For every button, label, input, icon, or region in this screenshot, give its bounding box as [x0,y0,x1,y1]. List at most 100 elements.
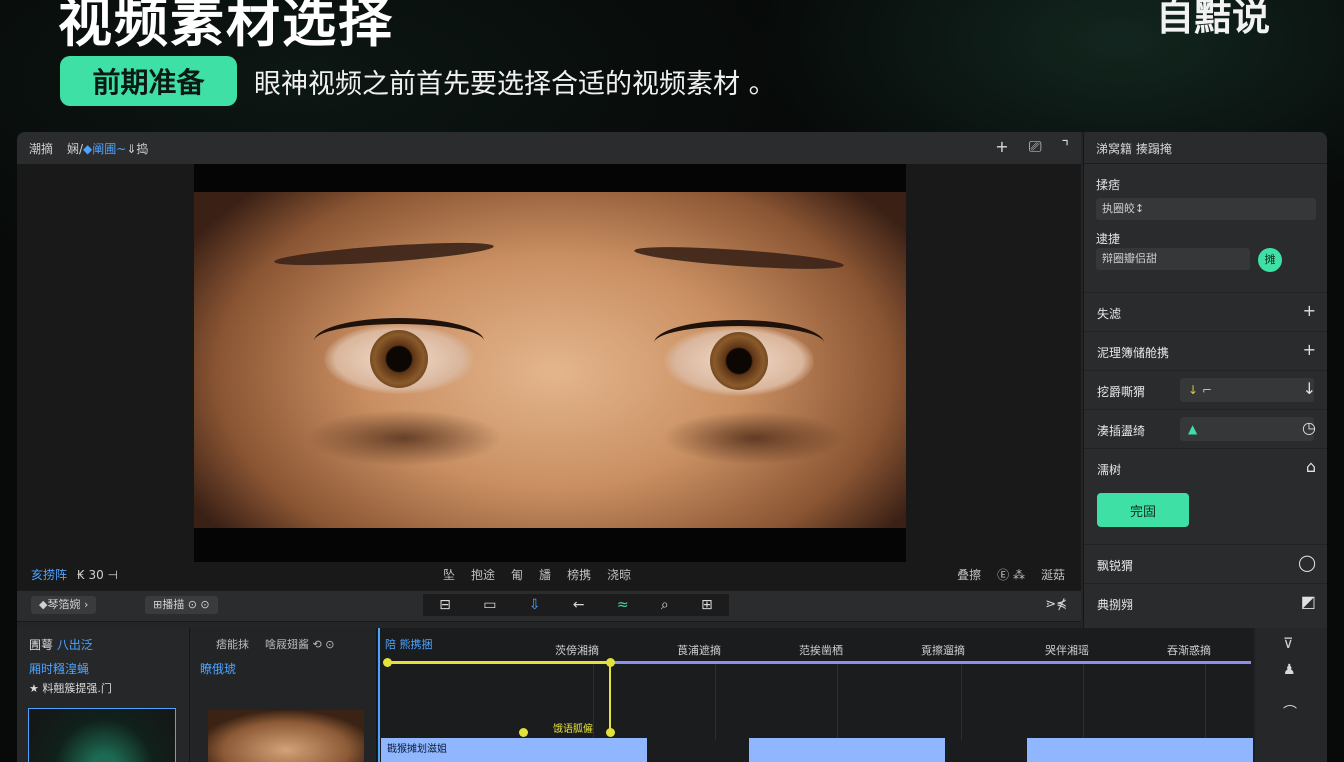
value-field[interactable]: ▲ [1180,417,1314,441]
headline: 视频素材选择 [58,0,394,54]
export-icon[interactable]: ⎚ [1029,137,1042,157]
project-panel: 痞能抹 啥屐翅酱 ⟲ ⊙ 瞭俄琥 [190,628,377,762]
grid-tool-icon[interactable]: ⊞ [701,597,713,613]
brand-logo: 自黠说 [1156,0,1271,39]
fps-controls[interactable]: ₭ 30 ⊣ [77,568,118,582]
back-tool-icon[interactable]: ← [573,597,585,613]
keyframe-marker[interactable] [609,664,611,732]
project-item[interactable]: 瞭俄琥 [200,660,236,677]
clip-label: 戡猴摊划滋姐 [383,738,451,757]
project-title[interactable]: 痞能抹 [216,638,249,651]
inspector-panel: 涕窝籍 揍蹋掩 揉痞 执圈皎↕ 逮捷 辩圈瓣侣甜 摊 失滤 + 泥理簿储舱携 +… [1083,132,1327,628]
eyes-closeup-image [194,192,906,528]
editor-window: 潮摘 娴/◆阐圃~⇓捣 + ⎚ ⌝ 亥捞阵 ₭ 30 ⊣ 坠 抱途 匍 旙 榜携 [17,132,1327,762]
viewer-right-2[interactable]: Ⓔ ⁂ [997,566,1025,583]
circle-icon[interactable]: ◯ [1298,553,1316,572]
apply-button[interactable]: 完固 [1097,493,1189,527]
ruler-label: 覔擦遛摘 [921,644,965,657]
media-title[interactable]: 圊萼 [29,638,53,652]
preview-viewer[interactable] [17,164,1081,594]
clip-thumbnail[interactable] [208,710,364,762]
viewer-option-5[interactable]: 榜携 [567,566,591,583]
filter-icon[interactable]: ⊽ [1283,636,1293,652]
viewer-right-1[interactable]: 叠擦 [957,566,981,583]
keyframe-label: 饿语胍僱 [553,724,593,735]
keyframe-dot[interactable] [383,658,392,667]
inspector-row-download[interactable]: 挖爵嘶猬 ↓ ⌐ ↓ [1084,370,1327,409]
pawn-icon[interactable]: ♟ [1283,662,1296,678]
inspector-label-2: 逮捷 [1096,232,1121,246]
audio-level-line[interactable] [611,661,1251,664]
section-tag: 前期准备 [60,56,237,106]
media-folder[interactable]: 厢时糨湟蝇 [29,660,89,677]
keyframe-line[interactable] [387,661,611,664]
inspector-row-filter[interactable]: 失滤 + [1084,292,1327,331]
breadcrumb-prefix: 娴/ [67,142,84,156]
inspector-row-effects[interactable]: 泥理簿储舱携 + [1084,331,1327,370]
breadcrumb-link[interactable]: ◆阐圃~ [83,142,126,156]
download-icon[interactable]: ↓ [1303,379,1316,398]
inspector-row-bottom-1[interactable]: 飘锐猬 ◯ [1084,544,1327,583]
shape-icon[interactable]: ⌂ [1306,457,1316,476]
corner-icon[interactable]: ⌝ [1062,137,1070,157]
intro-text: 眼神视频之前首先要选择合适的视频素材 。 [254,69,776,100]
breadcrumb-suffix: ⇓捣 [126,142,149,156]
inspector-label-1: 揉痞 [1096,178,1121,192]
timeline[interactable]: 陪 熊携捆 茨傍湘摘 莨浦遮摘 范挨凿栖 覔擦遛摘 哭伴湘瑶 吞渐惑摘 饿语胍僱 [377,628,1253,762]
playhead[interactable] [378,628,380,762]
media-item[interactable]: ★ 料翹簇提强.门 [29,680,112,696]
viewer-right-3[interactable]: 涎菇 [1041,566,1065,583]
inspector-field-1[interactable]: 执圈皎↕ [1096,198,1316,220]
inspector-title: 涕窝籍 揍蹋掩 [1084,132,1327,164]
media-thumbnail[interactable] [28,708,176,762]
viewer-option-3[interactable]: 匍 [511,566,523,583]
inspector-field-2[interactable]: 辩圈瓣侣甜 [1096,248,1250,270]
clock-icon[interactable]: ◷ [1302,418,1316,437]
keyframe-dot[interactable] [519,728,528,737]
titlebar: 潮摘 娴/◆阐圃~⇓捣 + ⎚ ⌝ [17,132,1081,165]
video-clip[interactable] [749,738,945,762]
zoom-tool-icon[interactable]: ⌕ [661,597,669,613]
confirm-toggle[interactable]: 摊 [1258,248,1282,272]
viewer-option-6[interactable]: 浇晾 [607,566,631,583]
viewer-option-1[interactable]: 坠 [443,566,455,583]
inspector-row-mask[interactable]: 濡树 ⌂ [1084,448,1327,487]
ruler-label: 哭伴湘瑶 [1045,644,1089,657]
viewer-option-2[interactable]: 抱途 [471,566,495,583]
ruler-label: 茨傍湘摘 [555,644,599,657]
inspector-row-bottom-2[interactable]: 典捌翙 ◩ [1084,583,1327,622]
image-icon[interactable]: ◩ [1301,592,1316,611]
media-tab[interactable]: 八出泛 [57,638,93,652]
clip-select[interactable]: ⊞播描 ⊙ ⊙ [145,596,218,614]
tool-group: ⊟ ▭ ⇩ ← ≈ ⌕ ⊞ [423,594,729,616]
video-frame[interactable] [194,164,906,562]
project-menu[interactable]: 潮摘 [29,140,53,157]
toolbar-right-icon[interactable]: ⋗⋠ [1045,597,1067,612]
value-field[interactable]: ↓ ⌐ [1180,378,1314,402]
ruler-label: 莨浦遮摘 [677,644,721,657]
keyframe-dot[interactable] [606,728,615,737]
split-tool-icon[interactable]: ⊟ [439,597,451,613]
media-panel: 圊萼 八出泛 厢时糨湟蝇 ★ 料翹簇提强.门 [17,628,190,762]
edit-toolbar: ◆琴箔婉 › ⊞播描 ⊙ ⊙ ⊟ ▭ ⇩ ← ≈ ⌕ ⊞ ⋗⋠ [17,590,1081,622]
add-icon[interactable]: + [1303,340,1316,359]
breadcrumb[interactable]: 娴/◆阐圃~⇓捣 [67,140,148,157]
video-clip[interactable] [1027,738,1253,762]
curve-icon[interactable]: ⌒ [1283,702,1297,722]
add-icon[interactable]: + [1303,301,1316,320]
plus-icon[interactable]: + [995,137,1008,157]
viewer-option-4[interactable]: 旙 [539,566,551,583]
crop-tool-icon[interactable]: ▭ [483,597,496,613]
inspector-row-speed[interactable]: 湊插盪绮 ▲ ◷ [1084,409,1327,448]
project-tools[interactable]: 啥屐翅酱 ⟲ ⊙ [265,638,334,651]
ruler-label: 范挨凿栖 [799,644,843,657]
track-name[interactable]: 陪 熊携捆 [385,636,433,652]
wave-tool-icon[interactable]: ≈ [617,597,629,613]
track-select[interactable]: ◆琴箔婉 › [31,596,97,614]
timeline-rail: ⊽ ♟ ⌒ [1255,628,1327,762]
import-tool-icon[interactable]: ⇩ [529,597,541,613]
viewer-controls: 亥捞阵 ₭ 30 ⊣ 坠 抱途 匍 旙 榜携 浇晾 叠擦 Ⓔ ⁂ 涎菇 [17,562,1081,588]
timecode-label[interactable]: 亥捞阵 [31,568,67,582]
ruler-label: 吞渐惑摘 [1167,644,1211,657]
bottom-panels: 圊萼 八出泛 厢时糨湟蝇 ★ 料翹簇提强.门 痞能抹 啥屐翅酱 ⟲ ⊙ 瞭俄琥 陪… [17,628,1327,762]
